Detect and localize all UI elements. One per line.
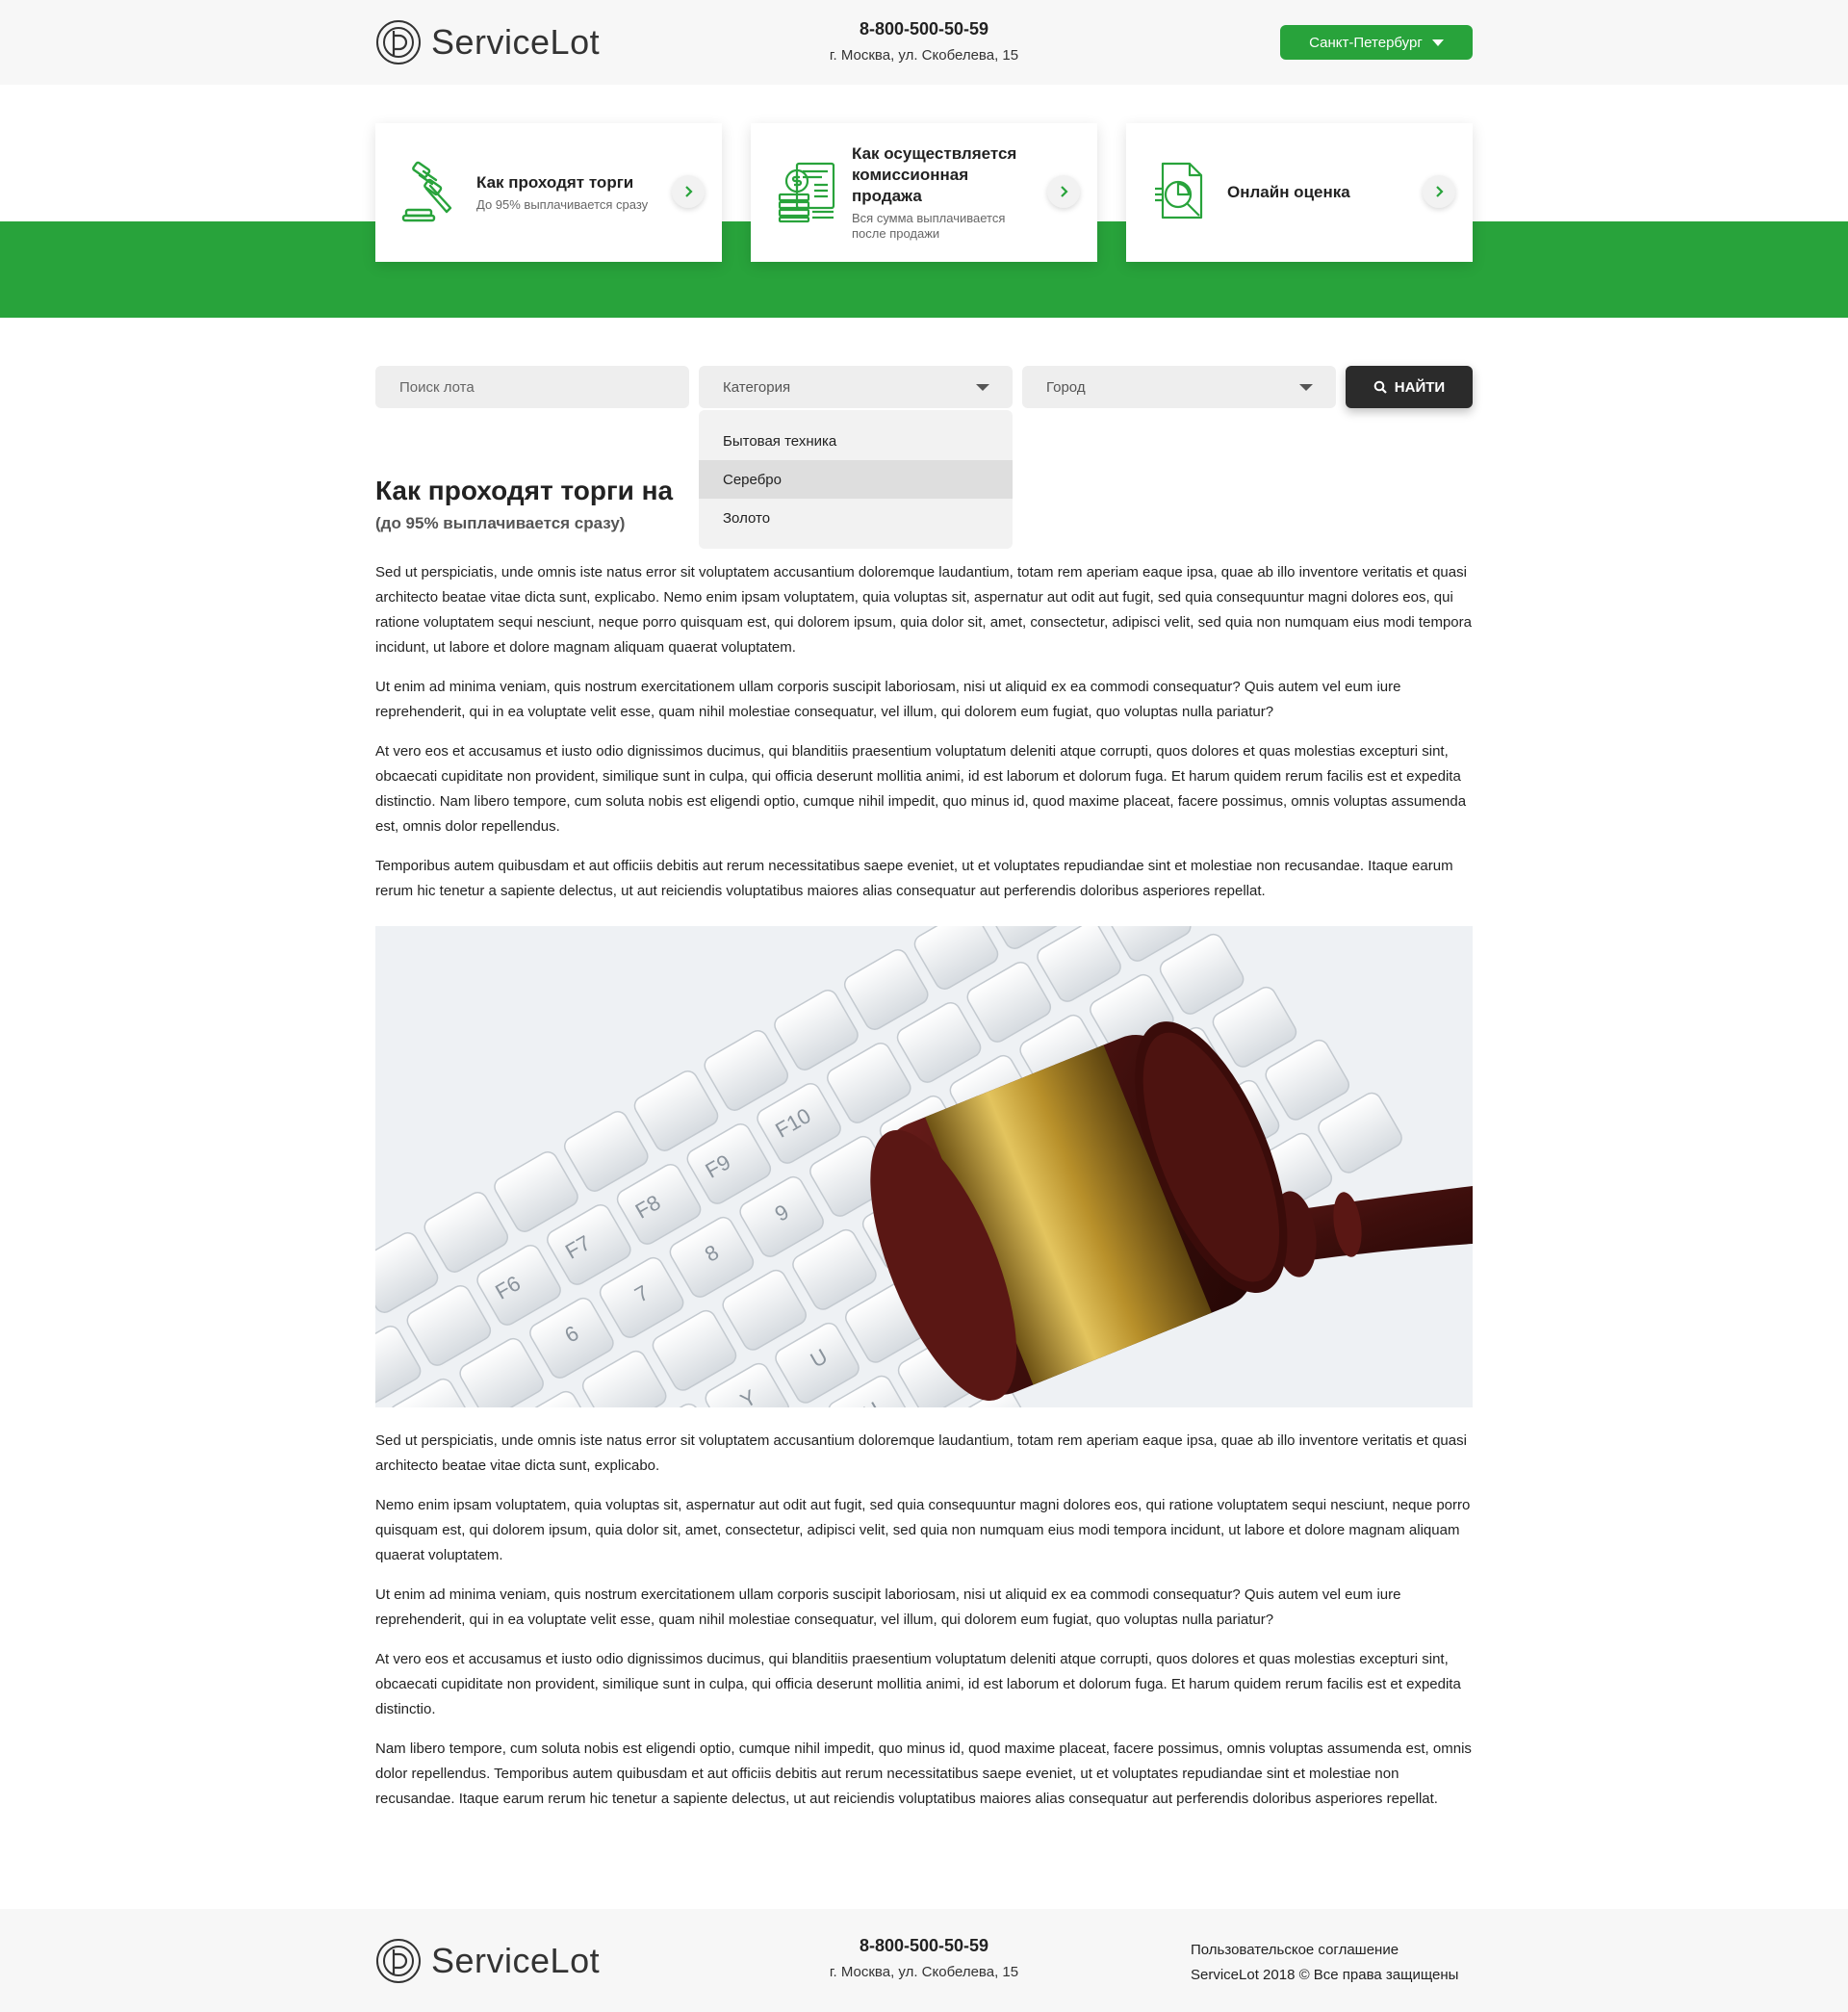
card-title: Как осуществляется комиссионная продажа (852, 144, 1017, 205)
paragraph: Sed ut perspiciatis, unde omnis iste nat… (375, 564, 1472, 656)
category-select-label: Категория (723, 378, 791, 396)
category-select[interactable]: Категория (699, 366, 1013, 408)
address: г. Москва, ул. Скобелева, 15 (829, 47, 1019, 64)
dropdown-option[interactable]: Золото (699, 499, 1013, 537)
find-button-label: НАЙТИ (1394, 378, 1446, 396)
user-agreement-link[interactable]: Пользовательское соглашение (1191, 1938, 1458, 1963)
gavel-icon (401, 161, 452, 222)
chevron-down-icon (976, 384, 989, 391)
logo-mark-icon (376, 20, 421, 64)
article-subtitle: (до 95% выплачивается сразу) (375, 514, 626, 532)
card-auctions[interactable]: Как проходят торги До 95% выплачивается … (375, 123, 722, 262)
money-icon (778, 162, 835, 223)
footer-legal: Пользовательское соглашение ServiceLot 2… (1191, 1938, 1458, 1988)
card-title: Онлайн оценка (1227, 183, 1350, 201)
header-contact: 8-800-500-50-59 г. Москва, ул. Скобелева… (732, 19, 1116, 64)
paragraph: Ut enim ad minima veniam, quis nostrum e… (375, 679, 1401, 720)
paragraph: Nam libero tempore, cum soluta nobis est… (375, 1741, 1472, 1807)
lot-search-input[interactable] (375, 366, 689, 408)
footer-contact: 8-800-500-50-59 г. Москва, ул. Скобелева… (732, 1936, 1116, 1980)
site-footer: ServiceLot 8-800-500-50-59 г. Москва, ул… (0, 1909, 1848, 2012)
logo[interactable]: ServiceLot (375, 19, 600, 65)
card-subtitle: Вся сумма выплачивается после продажи (852, 211, 1006, 241)
chevron-down-icon (1431, 39, 1444, 46)
paragraph: Temporibus autem quibusdam et aut offici… (375, 858, 1453, 899)
article-body-top: Sed ut perspiciatis, unde omnis iste nat… (375, 560, 1473, 918)
chevron-right-icon[interactable] (1423, 175, 1455, 208)
card-text: Как проходят торги До 95% выплачивается … (476, 172, 664, 213)
card-online-evaluation[interactable]: Онлайн оценка (1126, 123, 1473, 262)
card-text: Как осуществляется комиссионная продажа … (852, 143, 1040, 242)
footer-logo[interactable]: ServiceLot (375, 1938, 600, 1984)
dropdown-option[interactable]: Бытовая техника (699, 422, 1013, 460)
category-dropdown: Бытовая техника Серебро Золото (699, 410, 1013, 549)
logo-mark-icon (376, 1939, 421, 1983)
phone-number[interactable]: 8-800-500-50-59 (732, 19, 1116, 39)
city-select[interactable]: Город (1022, 366, 1336, 408)
find-button[interactable]: НАЙТИ (1346, 366, 1473, 408)
card-text: Онлайн оценка (1227, 182, 1415, 203)
chevron-right-icon[interactable] (1047, 175, 1080, 208)
address: г. Москва, ул. Скобелева, 15 (829, 1964, 1019, 1980)
paragraph: Sed ut perspiciatis, unde omnis iste nat… (375, 1432, 1467, 1474)
city-select-label: Санкт-Петербург (1309, 34, 1423, 51)
logo-text: ServiceLot (431, 1941, 601, 1980)
logo-text: ServiceLot (431, 22, 601, 62)
paragraph: Ut enim ad minima veniam, quis nostrum e… (375, 1586, 1401, 1628)
card-commission[interactable]: Как осуществляется комиссионная продажа … (751, 123, 1097, 262)
search-icon (1373, 380, 1387, 394)
article-image-gavel-keyboard: F6F7F8F9F10 6789 %5$4 RTYU EDFGHB (375, 926, 1473, 1407)
city-select-label: Город (1046, 378, 1086, 396)
city-select-button[interactable]: Санкт-Петербург (1280, 25, 1473, 60)
paragraph: At vero eos et accusamus et iusto odio d… (375, 743, 1467, 835)
gavel-keyboard-illustration: F6F7F8F9F10 6789 %5$4 RTYU EDFGHB (375, 926, 1473, 1407)
paragraph: Nemo enim ipsam voluptatem, quia volupta… (375, 1497, 1471, 1563)
phone-number[interactable]: 8-800-500-50-59 (732, 1936, 1116, 1956)
article-title: Как проходят торги на (375, 476, 674, 505)
chevron-right-icon[interactable] (672, 175, 705, 208)
chevron-down-icon (1299, 384, 1313, 391)
card-subtitle: До 95% выплачивается сразу (476, 197, 649, 212)
article-body-bottom: Sed ut perspiciatis, unde omnis iste nat… (375, 1429, 1473, 1826)
dropdown-option-highlighted[interactable]: Серебро (699, 460, 1013, 499)
copyright: ServiceLot 2018 © Все права защищены (1191, 1967, 1459, 1983)
site-header: ServiceLot 8-800-500-50-59 г. Москва, ул… (0, 0, 1848, 85)
paragraph: At vero eos et accusamus et iusto odio d… (375, 1651, 1461, 1717)
card-title: Как проходят торги (476, 173, 634, 192)
document-search-icon (1155, 162, 1203, 219)
